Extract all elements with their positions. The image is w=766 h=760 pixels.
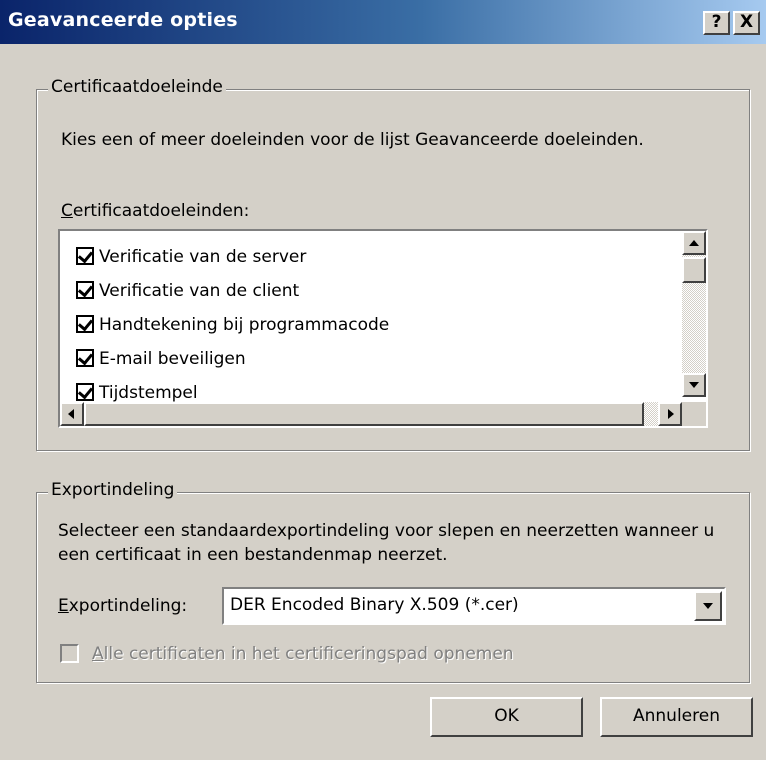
scrollbar-corner	[682, 402, 706, 426]
list-item[interactable]: Handtekening bij programmacode	[76, 310, 389, 340]
scroll-right-button[interactable]	[658, 402, 682, 426]
scroll-thumb-horizontal[interactable]	[84, 402, 644, 426]
advanced-options-dialog: Geavanceerde opties ? X Certificaatdoele…	[0, 0, 766, 760]
arrow-left-icon	[68, 409, 74, 419]
purpose-checkbox[interactable]	[76, 315, 94, 333]
arrow-up-icon	[689, 240, 699, 246]
title-bar[interactable]: Geavanceerde opties ? X	[0, 0, 766, 44]
list-item-label: Tijdstempel	[99, 383, 198, 403]
list-item-label: Verificatie van de server	[99, 247, 307, 267]
include-path-checkbox[interactable]	[60, 644, 79, 663]
vertical-scrollbar[interactable]	[682, 231, 706, 397]
list-item[interactable]: Verificatie van de client	[76, 276, 299, 306]
export-group-legend: Exportindeling	[48, 480, 178, 500]
include-path-label-accel: A	[92, 644, 104, 664]
include-path-label-rest: lle certificaten in het certificeringspa…	[103, 644, 514, 664]
horizontal-scrollbar[interactable]	[60, 402, 682, 426]
scroll-left-button[interactable]	[60, 402, 84, 426]
format-label-accel: E	[58, 596, 69, 616]
include-path-label: Alle certificaten in het certificeringsp…	[92, 642, 514, 666]
purpose-list-label-accel: C	[61, 201, 73, 221]
scroll-up-button[interactable]	[682, 231, 706, 255]
purpose-list-label: Certificaatdoeleinden:	[61, 199, 249, 223]
purpose-group-legend: Certificaatdoeleinde	[48, 77, 226, 97]
purpose-checkbox[interactable]	[76, 383, 94, 401]
purpose-list-label-rest: ertificaatdoeleinden:	[72, 201, 250, 221]
list-item-label: E-mail beveiligen	[99, 349, 246, 369]
format-select-value: DER Encoded Binary X.509 (*.cer)	[230, 595, 519, 615]
ok-button[interactable]: OK	[430, 697, 583, 737]
purpose-checkbox[interactable]	[76, 247, 94, 265]
format-label: Exportindeling:	[58, 594, 187, 618]
purpose-checkbox[interactable]	[76, 349, 94, 367]
window-title: Geavanceerde opties	[8, 9, 238, 31]
purpose-listbox[interactable]: Verificatie van de server Verificatie va…	[58, 229, 708, 428]
arrow-right-icon	[668, 409, 674, 419]
list-item[interactable]: Verificatie van de server	[76, 242, 306, 272]
close-button[interactable]: X	[733, 11, 760, 35]
format-dropdown-button[interactable]	[694, 591, 722, 621]
purpose-checkbox[interactable]	[76, 281, 94, 299]
list-item-label: Verificatie van de client	[99, 281, 300, 301]
format-select[interactable]: DER Encoded Binary X.509 (*.cer)	[222, 587, 726, 625]
arrow-down-icon	[689, 382, 699, 388]
list-item[interactable]: E-mail beveiligen	[76, 344, 246, 374]
scroll-down-button[interactable]	[682, 373, 706, 397]
cancel-button[interactable]: Annuleren	[600, 697, 753, 737]
list-item-label: Handtekening bij programmacode	[99, 315, 390, 335]
format-label-rest: xportindeling:	[68, 596, 188, 616]
help-button[interactable]: ?	[703, 11, 730, 35]
purpose-description: Kies een of meer doeleinden voor de lijs…	[61, 130, 644, 150]
scroll-thumb[interactable]	[682, 257, 706, 283]
chevron-down-icon	[703, 603, 713, 609]
export-description: Selecteer een standaardexportindeling vo…	[58, 521, 715, 565]
